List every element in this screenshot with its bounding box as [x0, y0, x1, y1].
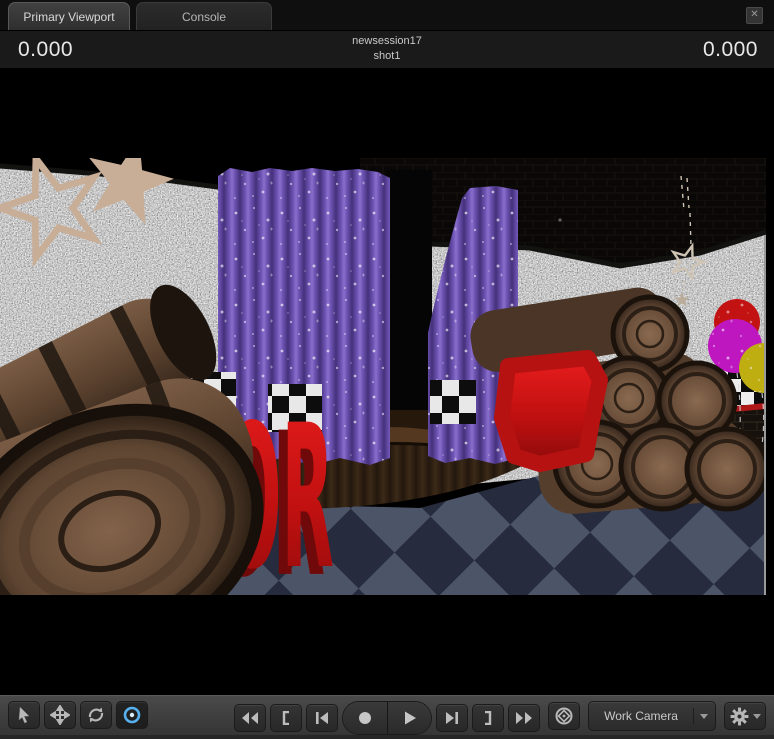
record-icon — [359, 712, 371, 724]
session-name: newsession17 — [352, 35, 422, 47]
room-corner-right — [764, 158, 774, 595]
shot-name: shot1 — [373, 50, 401, 62]
rewind-icon — [242, 712, 258, 724]
camera-center-button[interactable] — [548, 702, 580, 730]
session-info: newsession17 shot1 — [0, 34, 774, 64]
fast-forward-button[interactable] — [508, 704, 540, 732]
rotate-tool-button[interactable] — [80, 701, 112, 729]
transport-controls — [234, 701, 540, 735]
orbit-tool-button[interactable] — [116, 701, 148, 729]
orbit-camera-icon — [123, 706, 141, 724]
camera-target-icon — [555, 707, 573, 725]
bottom-edge-strip — [0, 735, 774, 739]
select-tool-button[interactable] — [8, 701, 40, 729]
viewport-3d-scene[interactable]: ERROR ERROR — [0, 68, 774, 695]
dropdown-divider — [693, 708, 694, 724]
camera-selector-value: Work Camera — [604, 709, 678, 723]
bracket-out-icon — [485, 711, 492, 725]
viewport-header: 0.000 newsession17 shot1 0.000 — [0, 30, 774, 68]
record-play-pill — [342, 701, 432, 735]
play-button[interactable] — [387, 702, 431, 734]
bottom-toolbar: Work Camera — [0, 695, 774, 735]
step-back-button[interactable] — [306, 704, 338, 732]
tab-bar: Primary Viewport Console ✕ — [0, 0, 774, 30]
translate-icon — [50, 705, 70, 725]
fast-forward-icon — [516, 712, 532, 724]
camera-controls-group: Work Camera — [548, 701, 766, 731]
translate-tool-button[interactable] — [44, 701, 76, 729]
rewind-button[interactable] — [234, 704, 266, 732]
tab-primary-viewport-label: Primary Viewport — [23, 9, 115, 24]
select-cursor-icon — [18, 706, 30, 724]
tab-primary-viewport[interactable]: Primary Viewport — [8, 2, 130, 30]
application-window: Primary Viewport Console ✕ 0.000 newsess… — [0, 0, 774, 739]
scene-canvas: ERROR ERROR — [0, 158, 774, 595]
chevron-down-icon — [752, 713, 761, 719]
viewport-settings-button[interactable] — [724, 702, 766, 730]
play-icon — [404, 711, 416, 725]
tab-console-label: Console — [181, 9, 227, 24]
right-time-value: 0.000 — [702, 38, 758, 61]
step-forward-icon — [446, 712, 458, 724]
gear-icon — [730, 707, 748, 725]
step-back-icon — [316, 712, 328, 724]
record-button[interactable] — [343, 702, 387, 734]
camera-selector-dropdown[interactable]: Work Camera — [588, 701, 716, 731]
viewport-tool-group — [8, 701, 148, 729]
error-3d-blob — [494, 350, 608, 472]
loop-end-button[interactable] — [472, 704, 504, 732]
chevron-down-icon — [700, 713, 708, 719]
step-forward-button[interactable] — [436, 704, 468, 732]
close-icon[interactable]: ✕ — [746, 7, 763, 24]
rotate-icon — [88, 707, 104, 723]
loop-start-button[interactable] — [270, 704, 302, 732]
bracket-in-icon — [282, 711, 289, 725]
tab-console[interactable]: Console — [136, 2, 272, 30]
